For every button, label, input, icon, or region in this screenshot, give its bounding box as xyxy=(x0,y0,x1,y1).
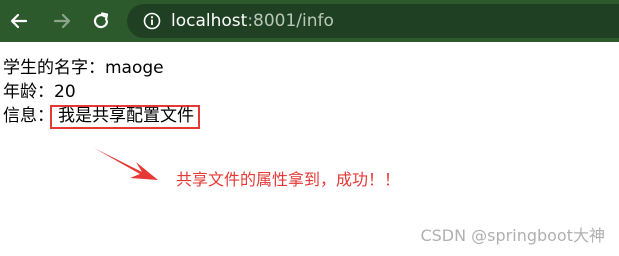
info-icon[interactable] xyxy=(143,12,161,30)
name-value: maoge xyxy=(105,58,164,78)
browser-toolbar: localhost:8001/info xyxy=(0,0,619,42)
back-button[interactable] xyxy=(6,8,32,34)
reload-button[interactable] xyxy=(88,8,114,34)
watermark: CSDN @springboot大神 xyxy=(420,226,605,245)
url-text[interactable]: localhost:8001/info xyxy=(171,11,334,31)
address-bar[interactable]: localhost:8001/info xyxy=(127,4,619,38)
info-row: 信息： 我是共享配置文件 xyxy=(3,105,200,129)
url-host: localhost xyxy=(171,11,248,31)
annotation-arrow-icon xyxy=(94,148,158,180)
annotation-text: 共享文件的属性拿到，成功！！ xyxy=(176,170,401,189)
forward-button[interactable] xyxy=(49,8,75,34)
reload-icon xyxy=(93,12,109,29)
info-label: 信息： xyxy=(3,106,54,126)
age-value: 20 xyxy=(54,82,76,102)
page-content: 学生的名字：maoge 年龄：20 信息： 我是共享配置文件 xyxy=(3,57,200,129)
name-label: 学生的名字： xyxy=(3,58,105,78)
age-row: 年龄：20 xyxy=(3,81,200,105)
name-row: 学生的名字：maoge xyxy=(3,57,200,81)
age-label: 年龄： xyxy=(3,82,54,102)
arrow-left-icon xyxy=(10,13,28,29)
info-value: 我是共享配置文件 xyxy=(50,105,200,129)
url-path: :8001/info xyxy=(247,11,334,31)
arrow-right-icon xyxy=(53,13,71,29)
